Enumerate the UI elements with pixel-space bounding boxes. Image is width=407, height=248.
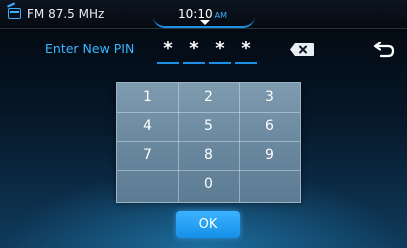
ok-button[interactable]: OK [176,211,240,238]
keypad: 1 2 3 4 5 6 7 8 9 0 [116,82,301,203]
clock-time: 10:10 [178,7,213,21]
clock: 10:10 AM [178,7,227,21]
back-arrow-icon[interactable] [372,42,396,58]
backspace-icon[interactable] [290,43,314,56]
radio-station-label[interactable]: FM 87.5 MHz [27,7,104,21]
key-0[interactable]: 0 [178,173,239,195]
key-4[interactable]: 4 [117,115,178,137]
status-bar: FM 87.5 MHz 10:10 AM [0,0,407,29]
key-9[interactable]: 9 [239,144,300,166]
radio-icon [8,8,21,19]
chevron-down-icon[interactable] [200,20,210,25]
keypad-divider [117,170,300,171]
key-3[interactable]: 3 [239,86,300,108]
key-5[interactable]: 5 [178,115,239,137]
pin-digit-2: * [183,38,205,64]
keypad-divider [117,141,300,142]
key-2[interactable]: 2 [178,86,239,108]
pin-digit-3: * [209,38,231,64]
pin-digit-1: * [157,38,179,64]
pin-digit-4: * [235,38,257,64]
clock-ampm: AM [214,11,227,20]
pin-prompt: Enter New PIN [45,41,135,56]
keypad-divider [117,112,300,113]
key-7[interactable]: 7 [117,144,178,166]
key-6[interactable]: 6 [239,115,300,137]
key-1[interactable]: 1 [117,86,178,108]
key-8[interactable]: 8 [178,144,239,166]
